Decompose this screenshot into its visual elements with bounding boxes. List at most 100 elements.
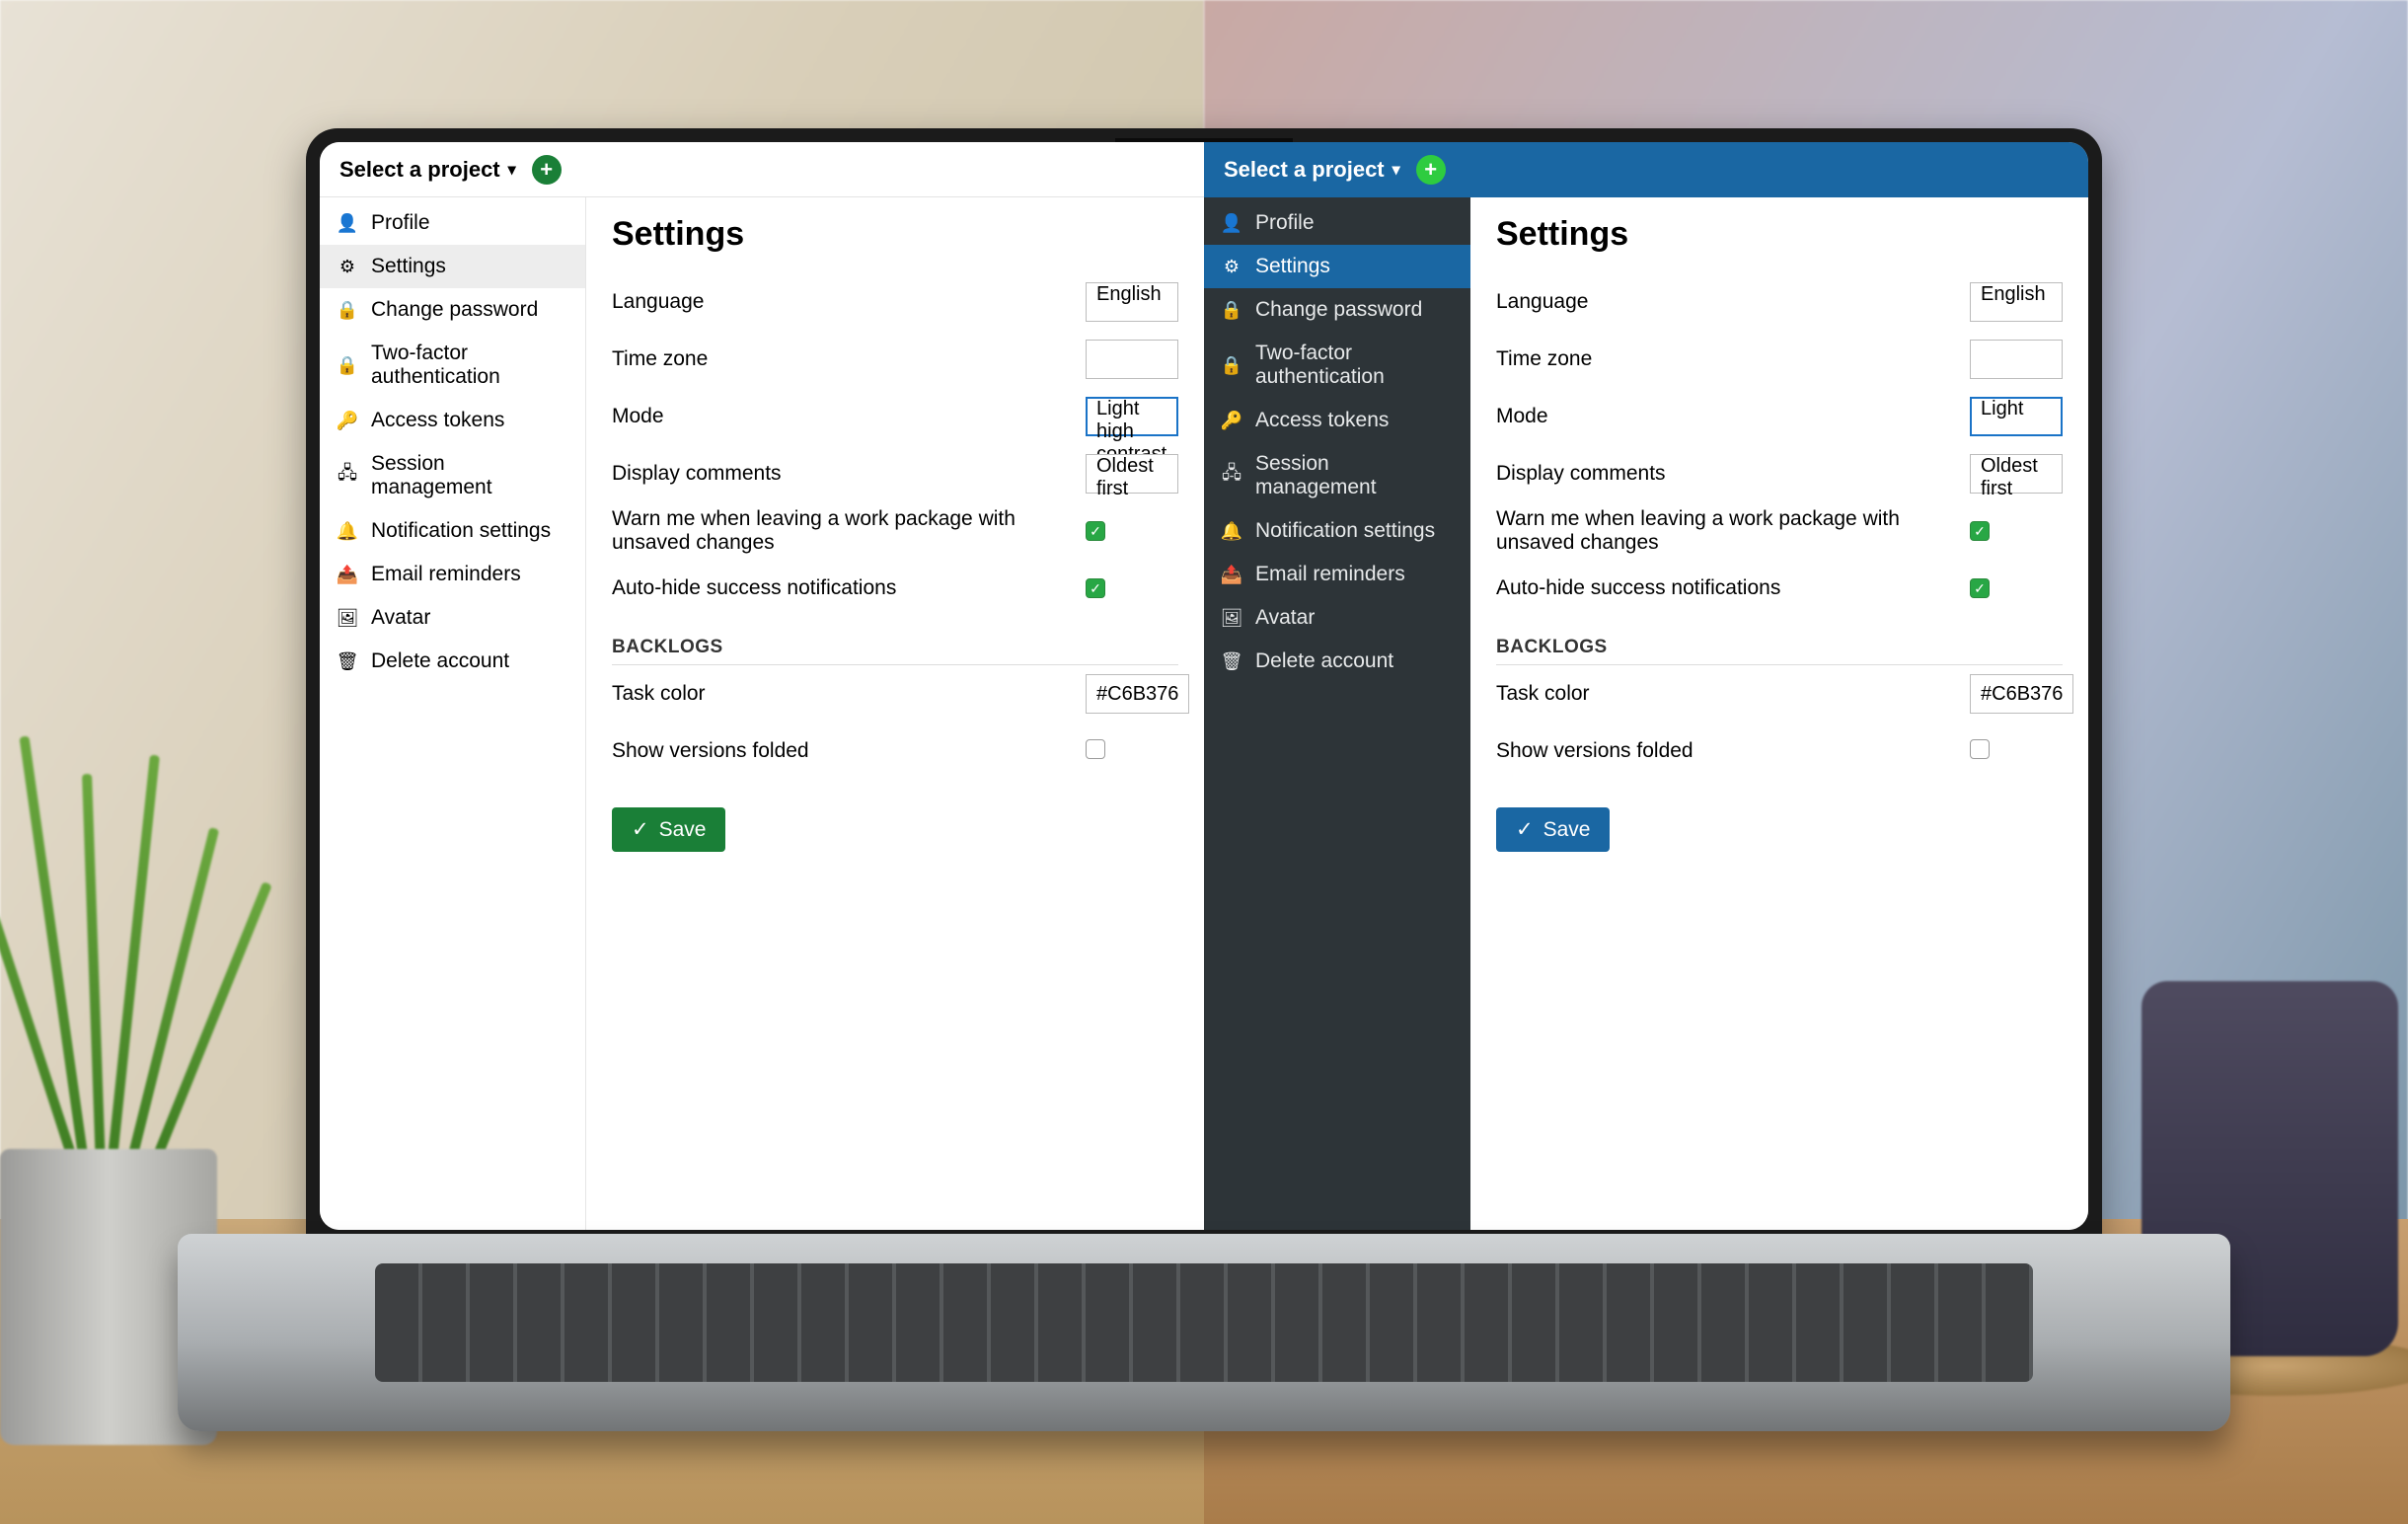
settings-icon: ⚙ (1222, 257, 1242, 276)
sidebar-item-label: Access tokens (371, 409, 504, 432)
label-show-versions-folded: Show versions folded (612, 739, 1086, 763)
person-icon: 👤 (1222, 213, 1242, 233)
sidebar-item-settings[interactable]: ⚙ Settings (1204, 245, 1470, 288)
check-icon: ✓ (1516, 817, 1534, 842)
mail-icon: 📤 (1222, 565, 1242, 584)
label-autohide: Auto-hide success notifications (612, 576, 1086, 600)
lock-icon: 🔒 (1222, 355, 1242, 375)
mail-icon: 📤 (338, 565, 357, 584)
sidebar-item-label: Change password (371, 298, 538, 322)
sidebar-item-label: Avatar (1255, 606, 1315, 630)
label-warn-unsaved: Warn me when leaving a work package with… (612, 507, 1086, 555)
sidebar-item-access-tokens[interactable]: 🔑Access tokens (320, 399, 585, 442)
label-display-comments: Display comments (1496, 462, 1970, 486)
sidebar-item-avatar[interactable]: 🖼 Avatar (320, 596, 585, 640)
label-language: Language (612, 290, 1086, 314)
autohide-checkbox[interactable]: ✓ (1086, 578, 1105, 598)
sidebar-item-change-password[interactable]: 🔒Change password (1204, 288, 1470, 332)
sidebar-item-label: Notification settings (371, 519, 551, 543)
label-timezone: Time zone (1496, 347, 1970, 371)
avatar-icon: 🖼 (338, 608, 357, 628)
sidebar-item-label: Profile (1255, 211, 1315, 235)
sidebar-item-label: Avatar (371, 606, 430, 630)
add-project-button[interactable]: + (1416, 155, 1446, 185)
sidebar: 👤Profile ⚙ Settings 🔒 Change password 🔒Two-fa… (320, 197, 586, 1230)
warn-unsaved-checkbox[interactable]: ✓ (1086, 521, 1105, 541)
sidebar-item-label: Delete account (371, 649, 509, 673)
sidebar-item-profile[interactable]: 👤Profile (320, 201, 585, 245)
sidebar-item-delete-account[interactable]: 🗑 Delete account (320, 640, 585, 683)
caret-down-icon: ▾ (1392, 160, 1400, 180)
project-selector[interactable]: Select a project ▾ (339, 157, 516, 183)
sidebar-item-two-factor-authentication[interactable]: 🔒Two-factor authentication (1204, 332, 1470, 399)
sidebar-item-label: Session management (1255, 452, 1453, 499)
sidebar-item-delete-account[interactable]: 🗑 Delete account (1204, 640, 1470, 683)
task-color-input[interactable]: #C6B376 (1970, 674, 2073, 714)
sidebar-item-email-reminders[interactable]: 📤 Email reminders (320, 553, 585, 596)
timezone-select[interactable] (1086, 340, 1178, 379)
save-button[interactable]: ✓ Save (612, 807, 725, 852)
label-mode: Mode (1496, 405, 1970, 428)
page-title: Settings (612, 215, 1178, 254)
trash-icon: 🗑 (1222, 651, 1242, 671)
timezone-select[interactable] (1970, 340, 2063, 379)
label-mode: Mode (612, 405, 1086, 428)
label-show-versions-folded: Show versions folded (1496, 739, 1970, 763)
avatar-icon: 🖼 (1222, 608, 1242, 628)
light-theme-view: Select a project ▾ + 👤Profile ⚙ Settings 🔒 C… (320, 142, 1204, 1230)
session-icon: 🖧 (338, 466, 357, 486)
settings-icon: ⚙ (338, 257, 357, 276)
bell-icon: 🔔 (338, 521, 357, 541)
sidebar-item-label: Session management (371, 452, 567, 499)
sidebar-item-notification-settings[interactable]: 🔔Notification settings (1204, 509, 1470, 553)
warn-unsaved-checkbox[interactable]: ✓ (1970, 521, 1990, 541)
sidebar-item-change-password[interactable]: 🔒 Change password (320, 288, 585, 332)
label-task-color: Task color (612, 682, 1086, 706)
screen: Select a project ▾ + 👤 Profile ⚙ Settings 🔒 C… (320, 142, 2088, 1230)
show-versions-folded-checkbox[interactable] (1086, 739, 1105, 759)
session-icon: 🖧 (1222, 466, 1242, 486)
sidebar: 👤 Profile ⚙ Settings 🔒Change password🔒Two-fa… (1204, 197, 1470, 1230)
sidebar-item-email-reminders[interactable]: 📤 Email reminders (1204, 553, 1470, 596)
lock-icon: 🔒 (338, 355, 357, 375)
task-color-input[interactable]: #C6B376 (1086, 674, 1189, 714)
key-icon: 🔑 (1222, 411, 1242, 430)
main-content: Settings Language English Time zone Mode (1470, 197, 2088, 1230)
sidebar-item-label: Delete account (1255, 649, 1393, 673)
trash-icon: 🗑 (338, 651, 357, 671)
sidebar-item-notification-settings[interactable]: 🔔 Notification settings (320, 509, 585, 553)
mode-select[interactable]: Light (1970, 397, 2063, 436)
project-selector[interactable]: Select a project ▾ (1224, 157, 1400, 183)
sidebar-item-label: Settings (1255, 255, 1330, 278)
sidebar-item-label: Settings (371, 255, 446, 278)
language-select[interactable]: English (1086, 282, 1178, 322)
sidebar-item-two-factor-authentication[interactable]: 🔒Two-factor authentication (320, 332, 585, 399)
mode-select[interactable]: Light high contrast (1086, 397, 1178, 436)
display-comments-select[interactable]: Oldest first (1086, 454, 1178, 494)
sidebar-item-profile[interactable]: 👤 Profile (1204, 201, 1470, 245)
project-selector-label: Select a project (1224, 157, 1385, 183)
sidebar-item-settings[interactable]: ⚙ Settings (320, 245, 585, 288)
language-select[interactable]: English (1970, 282, 2063, 322)
autohide-checkbox[interactable]: ✓ (1970, 578, 1990, 598)
sidebar-item-label: Email reminders (1255, 563, 1405, 586)
backlogs-header: BACKLOGS (1496, 637, 2063, 665)
sidebar-item-session-management[interactable]: 🖧 Session management (320, 442, 585, 509)
sidebar-item-session-management[interactable]: 🖧 Session management (1204, 442, 1470, 509)
laptop-deck (178, 1234, 2230, 1431)
lock-icon: 🔒 (338, 300, 357, 320)
display-comments-select[interactable]: Oldest first (1970, 454, 2063, 494)
keyboard (375, 1263, 2033, 1382)
sidebar-item-label: Access tokens (1255, 409, 1389, 432)
show-versions-folded-checkbox[interactable] (1970, 739, 1990, 759)
topbar: Select a project ▾ + (320, 142, 1204, 197)
sidebar-item-avatar[interactable]: 🖼 Avatar (1204, 596, 1470, 640)
sidebar-item-label: Email reminders (371, 563, 521, 586)
label-autohide: Auto-hide success notifications (1496, 576, 1970, 600)
add-project-button[interactable]: + (532, 155, 562, 185)
label-display-comments: Display comments (612, 462, 1086, 486)
label-language: Language (1496, 290, 1970, 314)
sidebar-item-access-tokens[interactable]: 🔑 Access tokens (1204, 399, 1470, 442)
save-button[interactable]: ✓ Save (1496, 807, 1610, 852)
bell-icon: 🔔 (1222, 521, 1242, 541)
